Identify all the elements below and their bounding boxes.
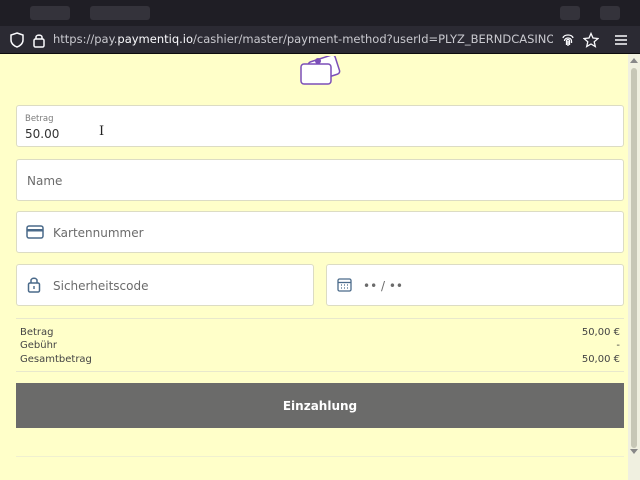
scroll-down-icon[interactable] xyxy=(630,449,638,454)
padlock-icon xyxy=(27,277,41,293)
payment-summary: Betrag 50,00 € Gebühr - Gesamtbetrag 50,… xyxy=(16,318,624,372)
text-cursor-icon: I xyxy=(99,124,105,139)
card-number-placeholder: Kartennummer xyxy=(53,226,144,240)
security-code-field[interactable]: Sicherheitscode xyxy=(16,264,314,306)
name-placeholder: Name xyxy=(27,174,63,188)
amount-field[interactable]: Betrag 50.00 I xyxy=(16,105,624,147)
credit-cards-icon xyxy=(300,56,341,85)
browser-url-bar: https://pay.paymentiq.io/cashier/master/… xyxy=(0,26,640,54)
payment-page: Betrag 50.00 I Name Kartennummer Sicherh… xyxy=(0,54,628,480)
url-text[interactable]: https://pay.paymentiq.io/cashier/master/… xyxy=(53,32,553,46)
summary-row-total: Gesamtbetrag 50,00 € xyxy=(20,354,620,365)
summary-row-fee: Gebühr - xyxy=(20,340,620,351)
page-scrollbar[interactable] xyxy=(628,54,640,480)
card-number-field[interactable]: Kartennummer xyxy=(16,211,624,253)
blurred-tab[interactable] xyxy=(560,6,580,20)
fingerprint-icon[interactable] xyxy=(560,32,576,48)
lock-icon[interactable] xyxy=(32,32,48,48)
deposit-button[interactable]: Einzahlung xyxy=(16,383,624,428)
expiry-date-field[interactable]: •• / •• xyxy=(326,264,624,306)
scroll-up-icon[interactable] xyxy=(630,58,638,63)
summary-value: 50,00 € xyxy=(581,327,620,338)
scrollbar-thumb[interactable] xyxy=(631,68,637,448)
menu-icon[interactable] xyxy=(614,32,630,48)
calendar-icon xyxy=(337,278,352,292)
summary-row-amount: Betrag 50,00 € xyxy=(20,327,620,338)
bookmark-star-icon[interactable] xyxy=(582,31,600,48)
browser-tab-strip xyxy=(0,0,640,26)
amount-value[interactable]: 50.00 xyxy=(25,127,59,141)
blurred-tab[interactable] xyxy=(90,6,150,20)
summary-label: Gebühr xyxy=(20,340,58,351)
credit-card-icon xyxy=(26,225,44,239)
name-field[interactable]: Name xyxy=(16,159,624,201)
summary-value: 50,00 € xyxy=(581,354,620,365)
blurred-tab[interactable] xyxy=(600,6,620,20)
summary-label: Betrag xyxy=(20,327,54,338)
expiry-date-placeholder: •• / •• xyxy=(363,279,403,293)
amount-label: Betrag xyxy=(25,114,54,124)
shield-icon[interactable] xyxy=(10,32,26,48)
security-code-placeholder: Sicherheitscode xyxy=(53,279,149,293)
divider xyxy=(16,456,624,457)
summary-label: Gesamtbetrag xyxy=(20,354,92,365)
blurred-tab[interactable] xyxy=(30,6,70,20)
summary-value: - xyxy=(616,340,620,351)
